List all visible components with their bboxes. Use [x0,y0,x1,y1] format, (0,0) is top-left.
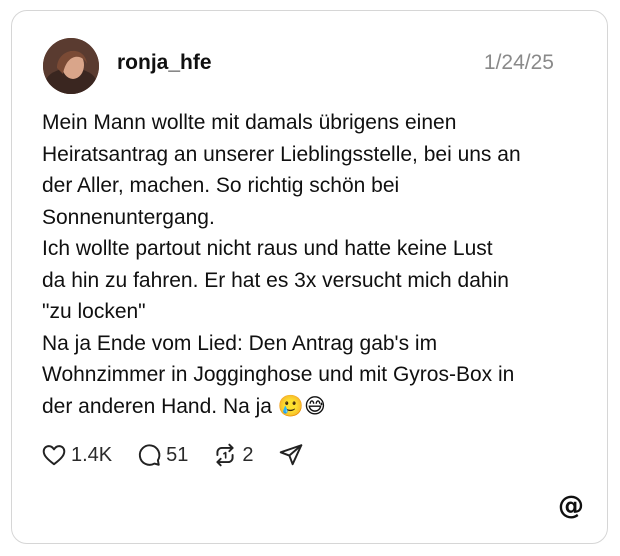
post-text-line: da hin zu fahren. Er hat es 3x versucht … [42,268,509,292]
post-text-line: der anderen Hand. Na ja 🥲😅 [42,394,326,418]
post-text-line: Mein Mann wollte mit damals übrigens ein… [42,111,457,134]
heart-icon [41,442,67,468]
share-button[interactable] [278,442,304,468]
threads-logo-icon: @ [558,491,584,521]
post-text-line: Heiratsantrag an unserer Lieblingsstelle… [42,142,521,166]
post-text-line: Sonnenuntergang. [42,205,215,229]
reply-count: 51 [166,443,189,466]
send-icon [278,442,304,468]
like-button[interactable]: 1.4K [41,442,112,468]
username[interactable]: ronja_hfe [117,51,212,75]
post-card: ronja_hfe 1/24/25 Mein Mann wollte mit d… [11,10,608,544]
post-text-line: Na ja Ende vom Lied: Den Antrag gab's im [42,331,438,355]
post-text-line: Wohnzimmer in Jogginghose und mit Gyros-… [42,363,515,386]
repost-icon [212,442,238,468]
repost-count: 2 [242,443,254,466]
comment-icon [136,442,162,468]
post-text-line: der Aller, machen. So richtig schön bei [42,174,400,197]
repost-button[interactable]: 2 [212,442,254,468]
avatar[interactable] [43,38,99,94]
post-date: 1/24/25 [483,51,554,74]
reply-button[interactable]: 51 [136,442,188,468]
like-count: 1.4K [71,443,113,466]
post-text-line: Ich wollte partout nicht raus und hatte … [42,237,493,260]
post-text: Mein Mann wollte mit damals übrigens ein… [42,107,572,422]
post-actions: 1.4K 51 2 [41,441,328,469]
post-text-line: "zu locken" [42,300,146,323]
